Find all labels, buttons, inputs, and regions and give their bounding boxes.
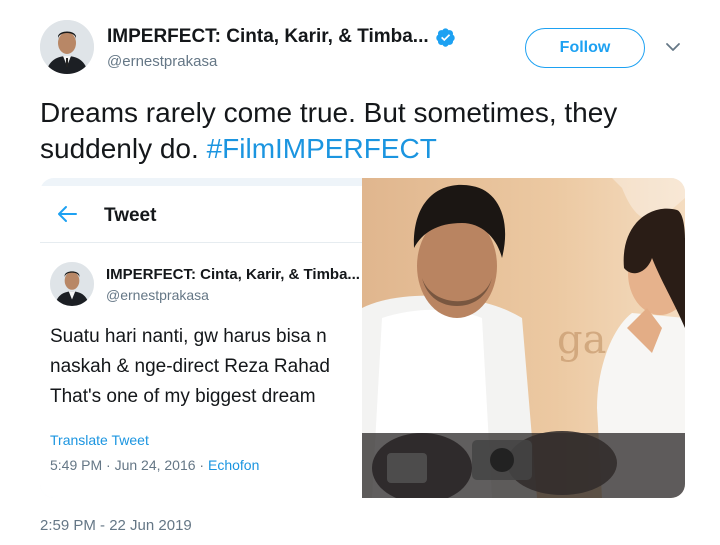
screenshot-status-bar (40, 178, 362, 186)
hashtag-link[interactable]: #FilmIMPERFECT (207, 133, 437, 164)
screenshot-meta: 5:49 PM · Jun 24, 2016 · Echofon (50, 457, 259, 473)
screenshot-translate-link: Translate Tweet (50, 432, 149, 448)
embedded-tweet-screenshot[interactable]: Tweet IMPERFECT: Cinta, Karir, & Timba..… (40, 178, 362, 498)
screenshot-display-name: IMPERFECT: Cinta, Karir, & Timba... (106, 266, 360, 283)
photo-background-text: ga (557, 317, 606, 363)
tweet-timestamp[interactable]: 2:59 PM - 22 Jun 2019 (40, 517, 192, 534)
follow-button[interactable]: Follow (525, 28, 645, 68)
divider (40, 242, 362, 243)
chevron-down-icon[interactable] (664, 38, 682, 56)
display-name[interactable]: IMPERFECT: Cinta, Karir, & Timba... (107, 26, 456, 48)
avatar[interactable] (40, 20, 94, 74)
screenshot-meta-source: Echofon (207, 457, 260, 473)
tweet-header: IMPERFECT: Cinta, Karir, & Timba... @ern… (40, 20, 690, 80)
verified-badge-icon (435, 27, 456, 48)
display-name-text[interactable]: IMPERFECT: Cinta, Karir, & Timba... (107, 26, 429, 48)
screenshot-handle: @ernestprakasa (106, 287, 209, 303)
arrow-left-icon (56, 204, 78, 224)
handle[interactable]: @ernestprakasa (107, 53, 456, 70)
event-photo[interactable]: ga (362, 178, 685, 498)
tweet-text: Dreams rarely come true. But sometimes, … (40, 95, 700, 167)
tweet-media[interactable]: Tweet IMPERFECT: Cinta, Karir, & Timba..… (40, 178, 685, 498)
screenshot-header-title: Tweet (104, 205, 157, 226)
screenshot-meta-time: 5:49 PM · Jun 24, 2016 · (50, 457, 208, 473)
screenshot-avatar (50, 262, 94, 306)
